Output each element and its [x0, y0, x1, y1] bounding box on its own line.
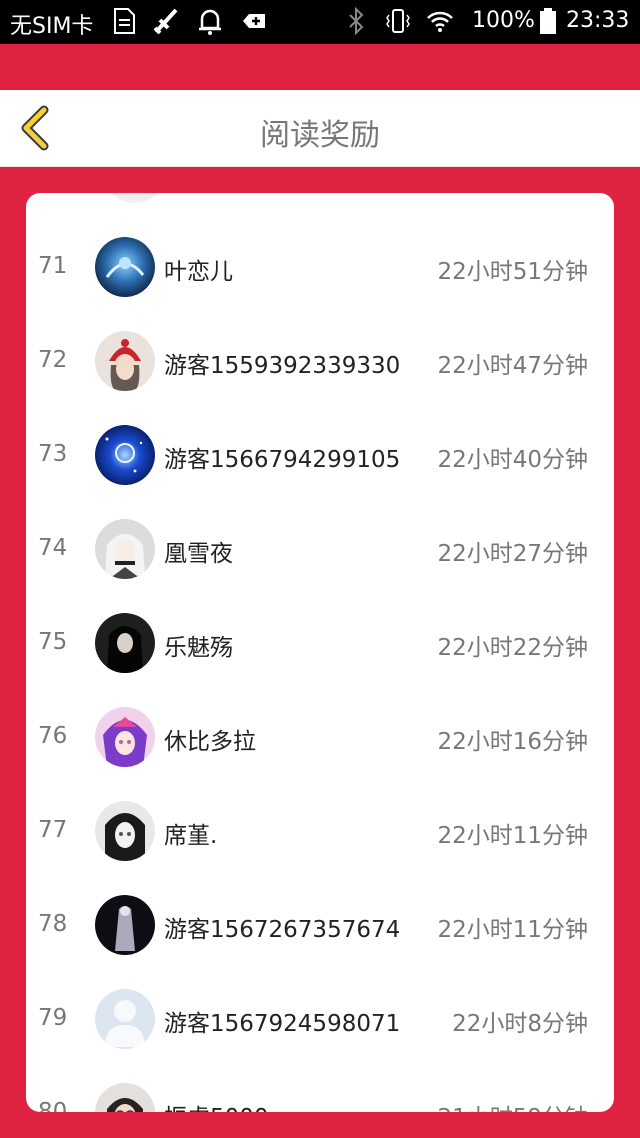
- reading-time: 21小时59分钟: [437, 1098, 588, 1112]
- reading-time: 22小时8分钟: [452, 1011, 588, 1037]
- user-name: 游客1566794299105: [164, 447, 401, 473]
- rank-number: 75: [38, 629, 68, 655]
- user-name: 乐魅殇: [164, 635, 233, 661]
- battery-icon: [540, 8, 556, 34]
- reading-time: 22小时16分钟: [437, 729, 588, 755]
- ranking-row[interactable]: 77 席堇. 22小时11分钟: [26, 785, 614, 879]
- avatar[interactable]: [95, 989, 155, 1049]
- avatar[interactable]: [95, 331, 155, 391]
- avatar: [106, 193, 164, 203]
- reading-time: 22小时27分钟: [437, 541, 588, 567]
- badge-icon: [243, 14, 265, 28]
- rank-number: 73: [38, 441, 68, 467]
- sim-status: 无SIM卡: [10, 14, 94, 39]
- avatar[interactable]: [95, 801, 155, 861]
- avatar[interactable]: [95, 237, 155, 297]
- ranking-row[interactable]: 72 游客1559392339330 22小时47分钟: [26, 315, 614, 409]
- rank-number: 77: [38, 817, 68, 843]
- rank-number: 76: [38, 723, 68, 749]
- ranking-row[interactable]: 79 游客1567924598071 22小时8分钟: [26, 973, 614, 1067]
- ranking-row[interactable]: 76 休比多拉 22小时16分钟: [26, 691, 614, 785]
- reading-time: 22小时47分钟: [437, 353, 588, 379]
- ranking-list[interactable]: 71 叶恋儿 22小时51分钟 72 游客1559392339330 22小时47分钟 73…: [26, 221, 614, 1112]
- vibrate-icon: [386, 9, 410, 33]
- user-name: 振虔5000: [164, 1098, 269, 1112]
- page-title: 阅读奖励: [260, 118, 380, 153]
- ranking-row[interactable]: 71 叶恋儿 22小时51分钟: [26, 221, 614, 315]
- title-bar: 阅读奖励: [0, 90, 640, 167]
- ranking-row[interactable]: 73 游客1566794299105 22小时40分钟: [26, 409, 614, 503]
- rank-number: 74: [38, 535, 68, 561]
- avatar[interactable]: [95, 425, 155, 485]
- reading-time: 22小时51分钟: [437, 259, 588, 285]
- avatar[interactable]: [95, 613, 155, 673]
- user-name: 休比多拉: [164, 729, 256, 755]
- ranking-row[interactable]: 74 凰雪夜 22小时27分钟: [26, 503, 614, 597]
- wifi-icon: [427, 11, 453, 32]
- reading-time: 22小时11分钟: [437, 823, 588, 849]
- clock: 23:33: [566, 8, 630, 33]
- ranking-row[interactable]: 80 振虔5000 21小时59分钟: [26, 1067, 614, 1112]
- reading-time: 22小时22分钟: [437, 635, 588, 661]
- status-bar: 无SIM卡 100% 23:33: [0, 0, 640, 44]
- avatar[interactable]: [95, 1083, 155, 1112]
- battery-percent: 100%: [472, 8, 535, 33]
- avatar[interactable]: [95, 519, 155, 579]
- ranking-list-card[interactable]: 71 叶恋儿 22小时51分钟 72 游客1559392339330 22小时47分钟 73…: [26, 193, 614, 1112]
- user-name: 叶恋儿: [164, 259, 233, 285]
- reading-time: 22小时11分钟: [437, 917, 588, 943]
- user-name: 游客1559392339330: [164, 353, 401, 379]
- user-name: 凰雪夜: [164, 541, 233, 567]
- file-icon: [114, 8, 135, 34]
- ranking-row[interactable]: 78 游客1567267357674 22小时11分钟: [26, 879, 614, 973]
- sword-icon: [153, 8, 178, 35]
- rank-number: 78: [38, 911, 68, 937]
- ranking-row[interactable]: 75 乐魅殇 22小时22分钟: [26, 597, 614, 691]
- rank-number: 71: [38, 253, 68, 279]
- user-name: 游客1567267357674: [164, 917, 401, 943]
- rank-number: 72: [38, 347, 68, 373]
- bluetooth-icon: [349, 6, 364, 36]
- avatar[interactable]: [95, 895, 155, 955]
- reading-time: 22小时40分钟: [437, 447, 588, 473]
- bell-icon: [199, 9, 221, 35]
- user-name: 游客1567924598071: [164, 1011, 401, 1037]
- rank-number: 80: [38, 1099, 68, 1112]
- avatar[interactable]: [95, 707, 155, 767]
- rank-number: 79: [38, 1005, 68, 1031]
- user-name: 席堇.: [164, 823, 218, 849]
